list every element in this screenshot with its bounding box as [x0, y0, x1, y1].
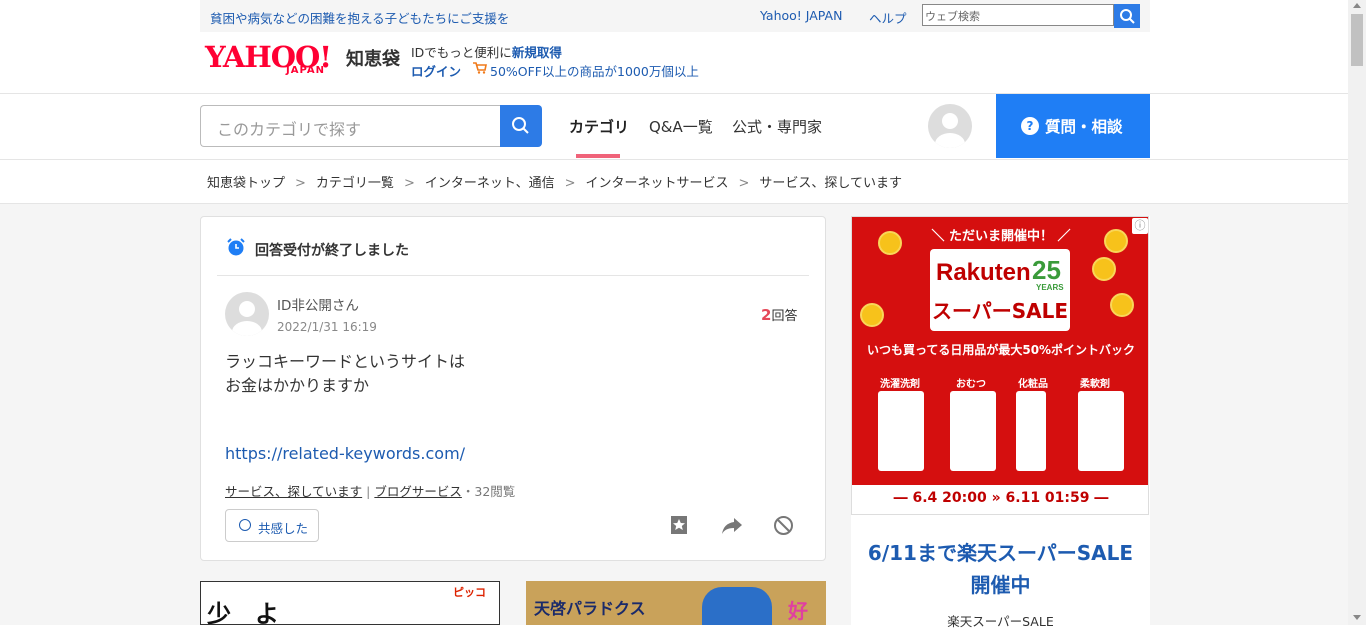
- super-sale-label: スーパーSALE: [931, 299, 1069, 323]
- product-label: おむつ: [956, 379, 986, 390]
- help-link[interactable]: ヘルプ: [869, 8, 907, 27]
- game-ad-char: 好: [788, 599, 808, 623]
- question-date: 2022/1/31 16:19: [277, 320, 377, 334]
- chiebukuro-logo[interactable]: 知恵袋: [346, 45, 400, 71]
- ask-question-label: 質問・相談: [1045, 118, 1123, 136]
- smile-icon: [239, 519, 251, 531]
- anniversary-years: YEARS: [1036, 283, 1064, 292]
- product-image: [1016, 391, 1046, 471]
- asker-name: ID非公開さん: [277, 298, 359, 314]
- rakuten-brand: Rakuten: [936, 259, 1031, 286]
- question-body-line: ラッコキーワードというサイトは: [225, 352, 466, 371]
- search-icon: [1120, 9, 1135, 24]
- ad-points-text: いつも買ってる日用品が最大50%ポイントバック: [866, 343, 1136, 357]
- ad-headline[interactable]: 6/11まで楽天スーパーSALE: [851, 537, 1150, 566]
- tab-category[interactable]: カテゴリ: [569, 116, 629, 137]
- rakuten-sale-ad[interactable]: ⓘ ＼ ただいま開催中！ ／ Rakuten 25 YEARS スーパーSALE…: [851, 216, 1149, 515]
- answer-closed-status: 回答受付が終了しました: [255, 243, 409, 259]
- top-strip: 貧困や病気などの困難を抱える子どもたちにご支援を Yahoo! JAPAN ヘル…: [200, 0, 1150, 32]
- default-avatar-icon: [935, 113, 965, 148]
- empathy-label: 共感した: [258, 521, 309, 536]
- active-tab-indicator: [576, 154, 620, 158]
- question-card: 回答受付が終了しました ID非公開さん 2022/1/31 16:19 2回答 …: [200, 216, 826, 561]
- breadcrumb-internet[interactable]: インターネット、通信: [425, 176, 555, 191]
- manga-ad-text: 少 よ: [207, 600, 279, 625]
- block-icon[interactable]: [773, 515, 794, 536]
- question-url-link[interactable]: https://related-keywords.com/: [225, 444, 465, 463]
- shopping-promo-link[interactable]: 50%OFF以上の商品が1000万個以上: [490, 61, 699, 80]
- id-promo-line: IDでもっと便利に新規取得: [411, 42, 562, 61]
- web-search-input[interactable]: ウェブ検索: [922, 4, 1114, 26]
- default-avatar-icon: [232, 301, 262, 336]
- coin-icon: [860, 303, 884, 327]
- game-ad-character: [702, 587, 772, 625]
- anniversary-number: 25: [1032, 255, 1061, 285]
- share-icon[interactable]: [721, 516, 743, 536]
- breadcrumb-separator: >: [403, 176, 415, 191]
- ad-headline[interactable]: 開催中: [851, 569, 1150, 598]
- scroll-down-arrow-icon[interactable]: [1353, 615, 1361, 620]
- answer-count: 2: [761, 306, 772, 324]
- answer-count-link[interactable]: 2回答: [761, 305, 797, 324]
- alarm-clock-icon: [227, 238, 245, 256]
- coin-icon: [1104, 229, 1128, 253]
- login-link[interactable]: ログイン: [411, 61, 461, 80]
- question-tags: サービス、探しています | ブログサービス・32閲覧: [225, 481, 515, 500]
- product-image: [950, 391, 996, 471]
- breadcrumb-separator: >: [295, 176, 306, 191]
- game-ad-title: 天啓パラドクス: [534, 599, 646, 618]
- view-count: ・32閲覧: [461, 484, 516, 499]
- tag-blog-service[interactable]: ブログサービス: [374, 484, 462, 499]
- yahoo-japan-link[interactable]: Yahoo! JAPAN: [760, 8, 842, 23]
- scrollbar[interactable]: [1348, 0, 1366, 625]
- ask-question-button[interactable]: ? 質問・相談: [996, 94, 1150, 158]
- id-promo-text: IDでもっと便利に: [411, 45, 512, 60]
- scroll-thumb[interactable]: [1351, 14, 1363, 66]
- cart-icon: [473, 62, 487, 74]
- breadcrumb-category-list[interactable]: カテゴリ一覧: [316, 176, 394, 191]
- product-label: 化粧品: [1018, 379, 1048, 390]
- product-label: 柔軟剤: [1080, 379, 1110, 390]
- category-search-button[interactable]: [500, 105, 542, 147]
- divider: [217, 275, 809, 276]
- breadcrumb: 知恵袋トップ > カテゴリ一覧 > インターネット、通信 > インターネットサービス > サービ…: [207, 172, 902, 191]
- search-icon: [512, 117, 529, 134]
- category-search-input[interactable]: このカテゴリで探す: [200, 105, 500, 147]
- product-label: 洗濯洗剤: [880, 379, 920, 390]
- tab-experts[interactable]: 公式・専門家: [732, 116, 822, 137]
- coin-icon: [1110, 293, 1134, 317]
- tag-service-search[interactable]: サービス、探しています: [225, 484, 362, 499]
- question-body-line: お金はかかりますか: [225, 376, 370, 395]
- game-ad[interactable]: 天啓パラドクス 好: [526, 581, 826, 625]
- manga-ad[interactable]: 少 よ ピッコ: [200, 581, 500, 625]
- coin-icon: [878, 231, 902, 255]
- bookmark-icon[interactable]: [669, 515, 689, 535]
- question-mark-icon: ?: [1021, 117, 1039, 135]
- user-avatar[interactable]: [928, 104, 972, 148]
- ad-sponsor: 楽天スーパーSALE: [947, 614, 1054, 629]
- rakuten-logo-box: Rakuten 25 YEARS スーパーSALE: [930, 249, 1070, 331]
- register-link[interactable]: 新規取得: [512, 45, 562, 60]
- empathy-button[interactable]: 共感した: [225, 509, 319, 542]
- sale-period: ― 6.4 20:00 » 6.11 01:59 ―: [893, 490, 1109, 506]
- breadcrumb-internet-service[interactable]: インターネットサービス: [586, 176, 729, 191]
- donation-notice-link[interactable]: 貧困や病気などの困難を抱える子どもたちにご支援を: [210, 8, 509, 27]
- breadcrumb-separator: >: [738, 176, 750, 191]
- breadcrumb-separator: >: [564, 176, 576, 191]
- tab-qa-list[interactable]: Q&A一覧: [649, 116, 713, 137]
- tag-separator: |: [366, 484, 371, 499]
- product-image: [878, 391, 924, 471]
- breadcrumb-service-search[interactable]: サービス、探しています: [759, 176, 902, 191]
- ad-date-bar: ― 6.4 20:00 » 6.11 01:59 ―: [852, 485, 1148, 514]
- yahoo-logo-japan: JAPAN: [286, 65, 325, 76]
- piccoma-logo: ピッコ: [453, 586, 486, 599]
- product-image: [1078, 391, 1124, 471]
- breadcrumb-top[interactable]: 知恵袋トップ: [207, 176, 285, 191]
- coin-icon: [1092, 257, 1116, 281]
- scroll-up-arrow-icon[interactable]: [1353, 3, 1361, 8]
- asker-avatar: [225, 292, 269, 336]
- answer-count-label: 回答: [771, 309, 798, 324]
- web-search-button[interactable]: [1114, 4, 1140, 28]
